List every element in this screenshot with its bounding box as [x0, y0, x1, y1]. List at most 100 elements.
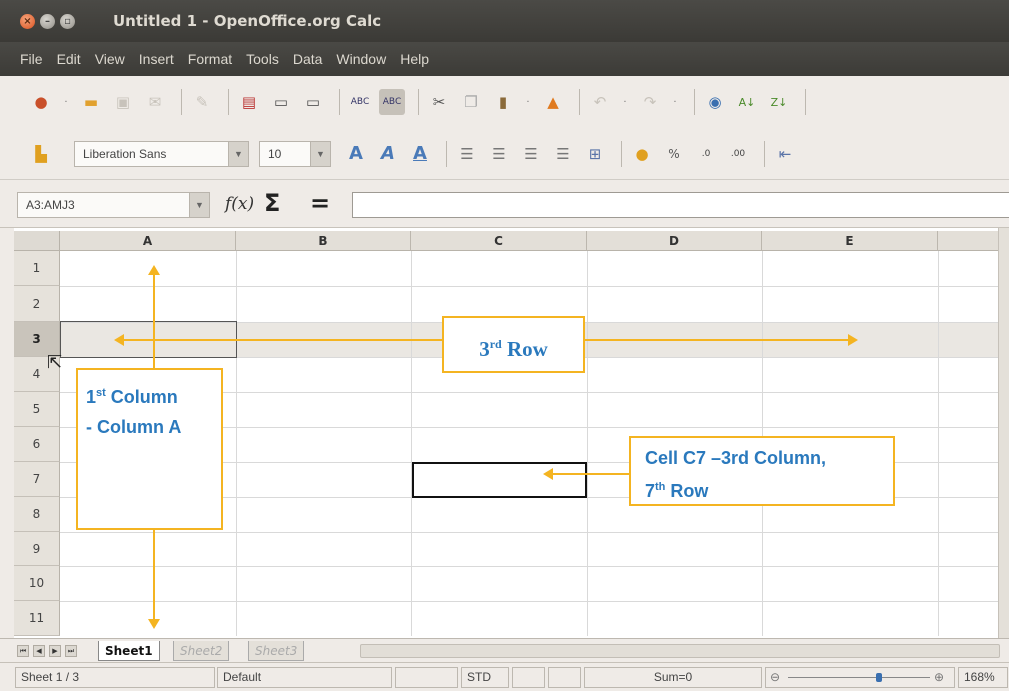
- zoom-handle[interactable]: [876, 673, 882, 682]
- export-pdf-icon[interactable]: ▤: [236, 89, 262, 115]
- styles-formatting-icon[interactable]: ▙: [28, 141, 54, 167]
- row-header-5[interactable]: 5: [14, 392, 60, 427]
- email-icon[interactable]: ✉: [142, 89, 168, 115]
- underline-icon[interactable]: A: [407, 141, 433, 167]
- menu-data[interactable]: Data: [293, 51, 323, 67]
- arrow-down-head-icon: [148, 619, 160, 629]
- first-sheet-icon[interactable]: ⏮: [17, 645, 29, 657]
- undo-icon[interactable]: ↶: [587, 89, 613, 115]
- menu-help[interactable]: Help: [400, 51, 429, 67]
- select-all-corner[interactable]: [14, 231, 60, 251]
- hyperlink-icon[interactable]: ◉: [702, 89, 728, 115]
- open-folder-icon[interactable]: ▬: [78, 89, 104, 115]
- name-box[interactable]: A3:AMJ3 ▼: [17, 192, 210, 218]
- function-equals-icon[interactable]: =: [310, 189, 330, 217]
- function-wizard-icon[interactable]: f(x): [225, 194, 254, 214]
- next-sheet-icon[interactable]: ▶: [49, 645, 61, 657]
- column-header-a[interactable]: A: [60, 231, 236, 251]
- minimize-window-button[interactable]: –: [40, 14, 55, 29]
- menu-format[interactable]: Format: [188, 51, 232, 67]
- row-header-1[interactable]: 1: [14, 251, 60, 286]
- format-paintbrush-icon[interactable]: ▲: [540, 89, 566, 115]
- spreadsheet-grid[interactable]: A B C D E 1 2 3 4 5 6 7 8 9 10 11 1st Co…: [0, 228, 1009, 638]
- new-document-icon[interactable]: ●: [28, 89, 54, 115]
- tab-sheet2[interactable]: Sheet2: [173, 641, 230, 661]
- cell-annotation-sup: th: [655, 481, 666, 493]
- menu-file[interactable]: File: [20, 51, 43, 67]
- menu-view[interactable]: View: [95, 51, 125, 67]
- row-header-10[interactable]: 10: [14, 566, 60, 601]
- paste-dropdown-icon[interactable]: ·: [522, 97, 534, 108]
- justify-icon[interactable]: ☰: [550, 141, 576, 167]
- cell-c7-outline[interactable]: [412, 462, 587, 498]
- autospellcheck-icon[interactable]: ABC: [379, 89, 405, 115]
- status-sum[interactable]: Sum=0: [584, 667, 762, 688]
- status-mode[interactable]: STD: [461, 667, 509, 688]
- remove-decimal-icon[interactable]: .00: [725, 141, 751, 167]
- row-header-9[interactable]: 9: [14, 532, 60, 566]
- last-sheet-icon[interactable]: ⏭: [65, 645, 77, 657]
- row-header-2[interactable]: 2: [14, 286, 60, 322]
- chevron-down-icon[interactable]: ▼: [310, 141, 330, 166]
- chevron-down-icon[interactable]: ▼: [189, 193, 209, 217]
- horizontal-scrollbar[interactable]: [360, 644, 1000, 658]
- row-header-11[interactable]: 11: [14, 601, 60, 636]
- menu-window[interactable]: Window: [336, 51, 386, 67]
- print-icon[interactable]: ▭: [268, 89, 294, 115]
- save-icon[interactable]: ▣: [110, 89, 136, 115]
- tab-sheet1[interactable]: Sheet1: [98, 641, 160, 661]
- undo-dropdown-icon[interactable]: ·: [619, 97, 631, 108]
- vertical-scrollbar[interactable]: [998, 228, 1009, 638]
- status-zoom[interactable]: 168%: [958, 667, 1008, 688]
- redo-icon[interactable]: ↷: [637, 89, 663, 115]
- percent-icon[interactable]: %: [661, 141, 687, 167]
- column-header-f[interactable]: [938, 231, 1000, 251]
- cut-icon[interactable]: ✂: [426, 89, 452, 115]
- indent-icon[interactable]: ⇤: [772, 141, 798, 167]
- copy-icon[interactable]: ❐: [458, 89, 484, 115]
- column-annotation-sup: st: [96, 387, 106, 399]
- column-header-e[interactable]: E: [762, 231, 938, 251]
- sort-descending-icon[interactable]: Z↓: [766, 89, 792, 115]
- italic-icon[interactable]: A: [375, 141, 401, 167]
- zoom-slider[interactable]: ⊖ ⊕: [765, 667, 955, 688]
- new-dropdown-icon[interactable]: ·: [60, 97, 72, 108]
- align-left-icon[interactable]: ☰: [454, 141, 480, 167]
- redo-dropdown-icon[interactable]: ·: [669, 97, 681, 108]
- previous-sheet-icon[interactable]: ◀: [33, 645, 45, 657]
- column-header-d[interactable]: D: [587, 231, 762, 251]
- add-decimal-icon[interactable]: .0: [693, 141, 719, 167]
- edit-file-icon[interactable]: ✎: [189, 89, 215, 115]
- sort-ascending-icon[interactable]: A↓: [734, 89, 760, 115]
- tab-sheet3[interactable]: Sheet3: [248, 641, 305, 661]
- formula-input[interactable]: [352, 192, 1009, 218]
- gridline: [60, 286, 1000, 287]
- chevron-down-icon[interactable]: ▼: [228, 141, 248, 166]
- paste-icon[interactable]: ▮: [490, 89, 516, 115]
- merge-cells-icon[interactable]: ⊞: [582, 141, 608, 167]
- print-preview-icon[interactable]: ▭: [300, 89, 326, 115]
- font-size-combo[interactable]: 10 ▼: [259, 140, 331, 167]
- zoom-out-icon[interactable]: ⊖: [770, 668, 780, 687]
- status-blank: [395, 667, 458, 688]
- font-name-combo[interactable]: Liberation Sans ▼: [74, 140, 249, 167]
- align-center-icon[interactable]: ☰: [486, 141, 512, 167]
- spellcheck-icon[interactable]: ABC: [347, 89, 373, 115]
- align-right-icon[interactable]: ☰: [518, 141, 544, 167]
- maximize-window-button[interactable]: ▫: [60, 14, 75, 29]
- column-header-b[interactable]: B: [236, 231, 411, 251]
- menu-edit[interactable]: Edit: [57, 51, 81, 67]
- status-page-style[interactable]: Default: [217, 667, 392, 688]
- row-header-7[interactable]: 7: [14, 462, 60, 497]
- bold-icon[interactable]: A: [343, 141, 369, 167]
- zoom-in-icon[interactable]: ⊕: [934, 668, 944, 687]
- row-header-8[interactable]: 8: [14, 497, 60, 532]
- menu-insert[interactable]: Insert: [139, 51, 174, 67]
- currency-icon[interactable]: ●: [629, 141, 655, 167]
- sum-icon[interactable]: Σ: [264, 189, 280, 217]
- column-header-c[interactable]: C: [411, 231, 587, 251]
- close-window-button[interactable]: ×: [20, 14, 35, 29]
- row-header-6[interactable]: 6: [14, 427, 60, 462]
- column-annotation-line1: 1st Column: [86, 378, 221, 412]
- menu-tools[interactable]: Tools: [246, 51, 279, 67]
